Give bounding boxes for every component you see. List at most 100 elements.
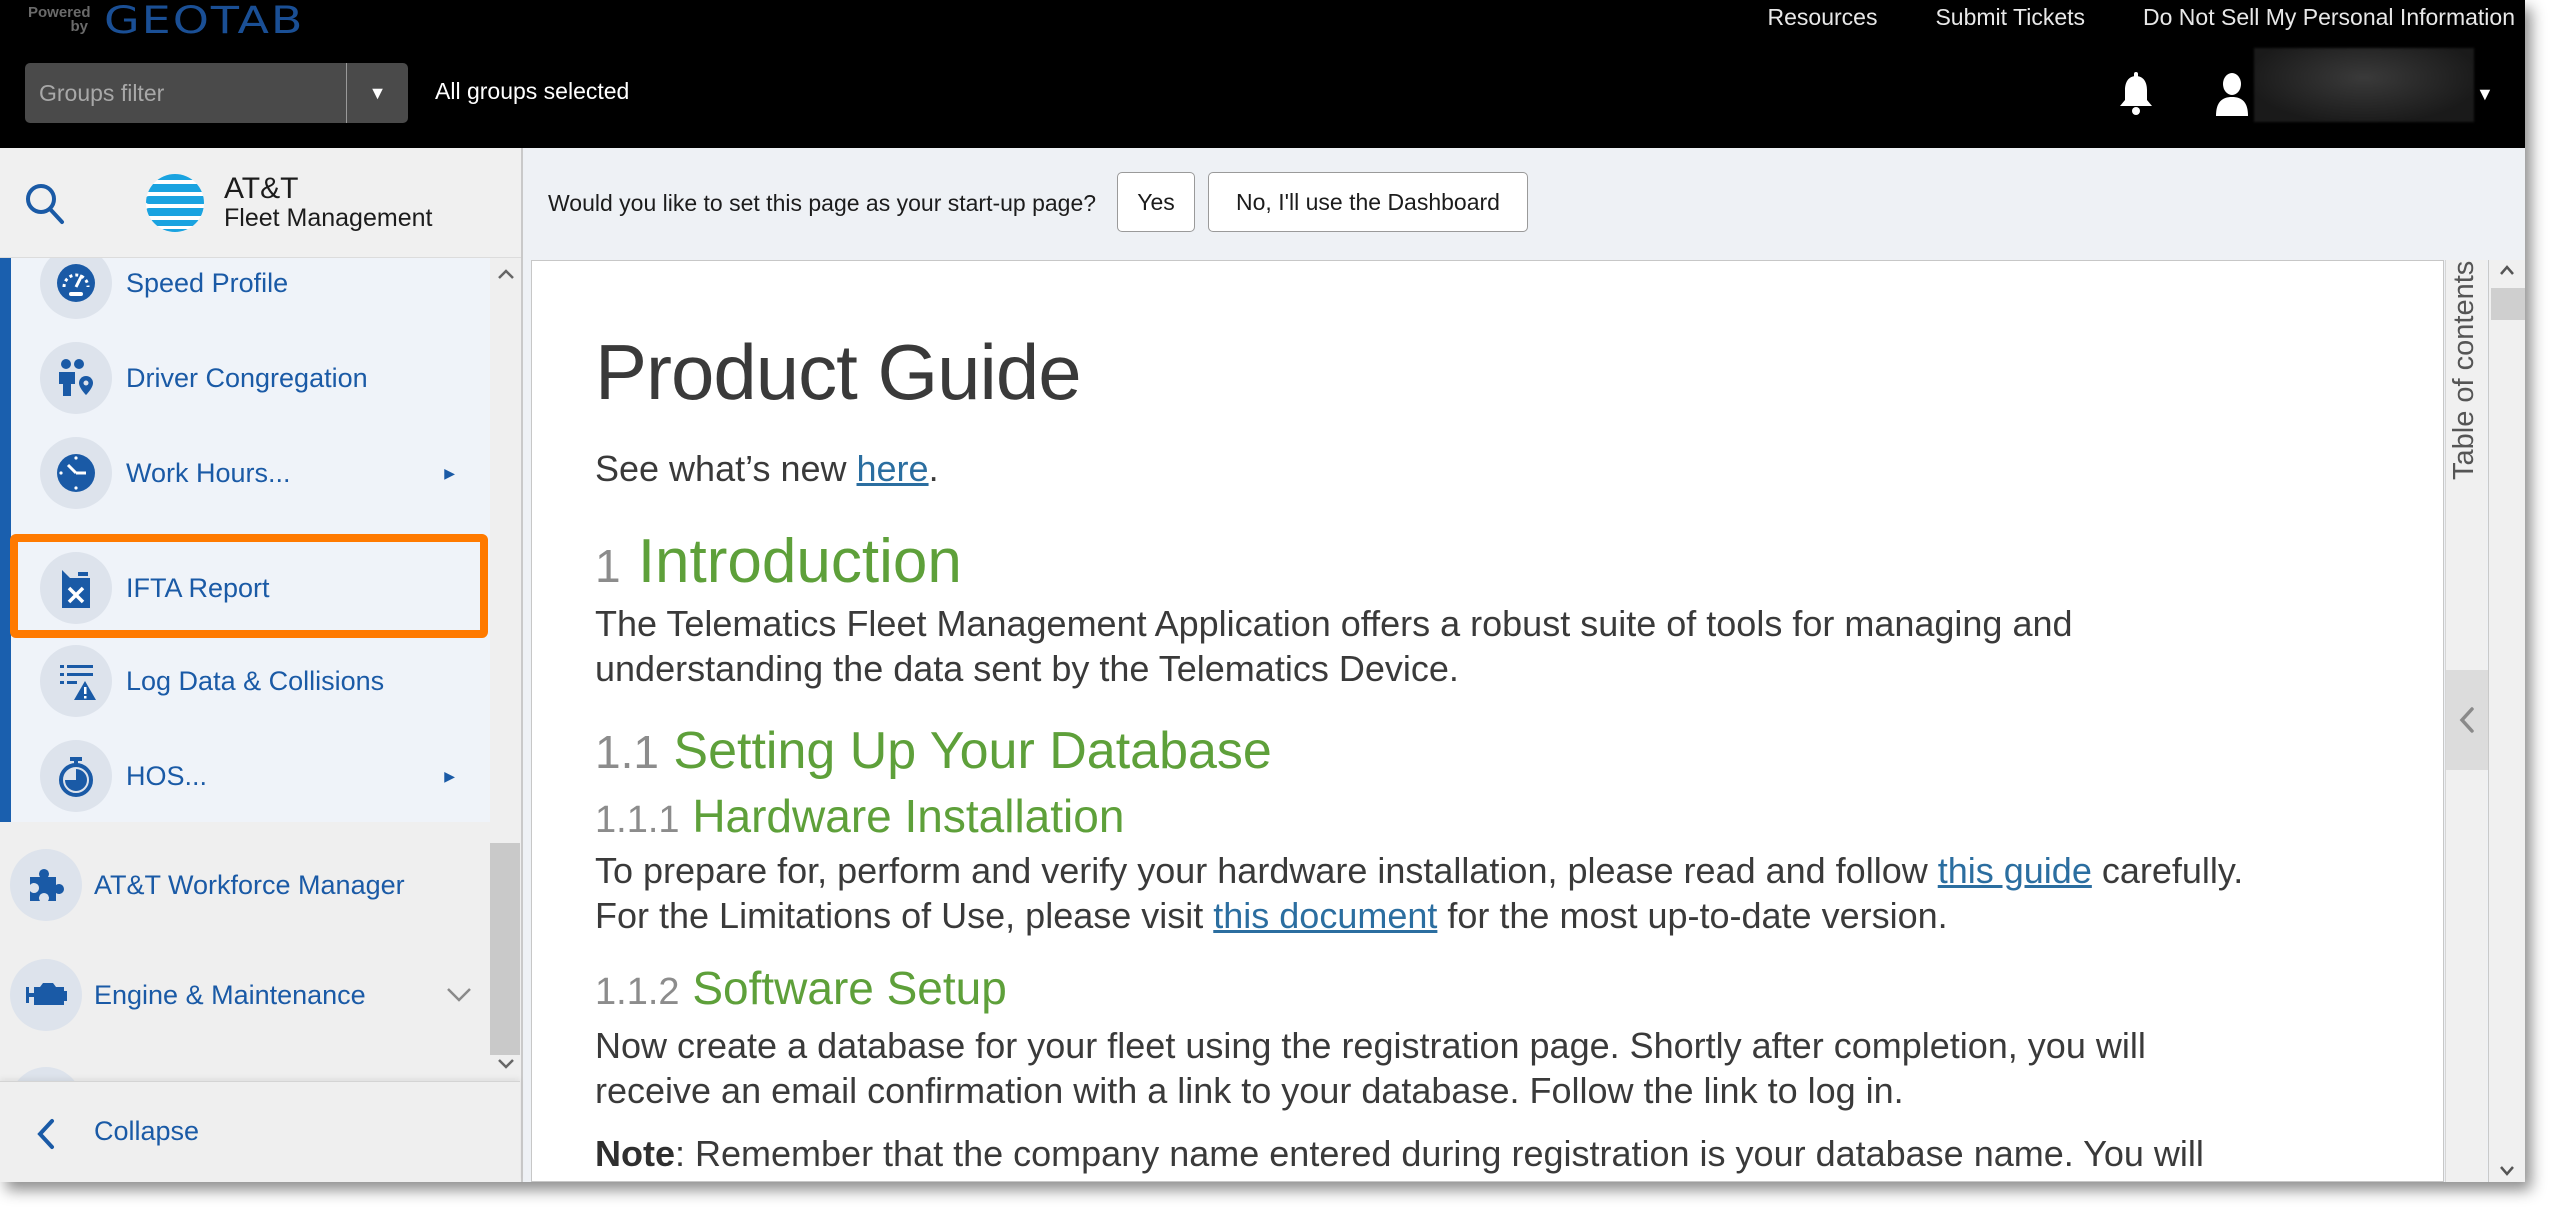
sidebar-item-label: Log Data & Collisions xyxy=(126,665,385,696)
sidebar-nav: Speed Profile Driver Congregation Work H… xyxy=(0,258,520,1081)
whats-new-text: See what’s new xyxy=(595,448,857,489)
paragraph-line: understanding the data sent by the Telem… xyxy=(595,648,1459,689)
note-label: Note xyxy=(595,1133,675,1174)
section-number: 1.1.2 xyxy=(595,971,680,1013)
geotab-wordmark: GEOTAB xyxy=(104,0,305,43)
hardware-paragraph: To prepare for, perform and verify your … xyxy=(595,848,2243,938)
puzzle-icon xyxy=(10,849,82,921)
toc-expand-button[interactable] xyxy=(2446,670,2488,770)
top-bar: Powered by GEOTAB Resources Submit Ticke… xyxy=(0,0,2525,148)
sidebar: AT&T Fleet Management Speed Profile Driv… xyxy=(0,148,523,1182)
this-document-link[interactable]: this document xyxy=(1213,895,1437,936)
this-guide-link[interactable]: this guide xyxy=(1938,850,2092,891)
sidebar-header: AT&T Fleet Management xyxy=(0,148,521,258)
chevron-down-icon[interactable] xyxy=(446,987,472,1003)
submit-tickets-link[interactable]: Submit Tickets xyxy=(1935,4,2085,31)
engine-icon xyxy=(10,959,82,1031)
caret-down-icon[interactable]: ▼ xyxy=(2476,84,2494,105)
section-number: 1 xyxy=(595,540,621,592)
app-window: Powered by GEOTAB Resources Submit Ticke… xyxy=(0,0,2525,1182)
chevron-left-icon xyxy=(2459,707,2474,733)
submenu-arrow-icon: ▶ xyxy=(444,464,455,481)
att-globe-logo xyxy=(146,174,204,232)
text: for the most up-to-date version. xyxy=(1437,895,1948,936)
sidebar-item-label: Work Hours... xyxy=(126,457,291,488)
bell-icon[interactable] xyxy=(2116,72,2156,116)
text: carefully. xyxy=(2091,850,2244,891)
period: . xyxy=(928,448,939,489)
clock-icon xyxy=(40,437,112,509)
sidebar-item-driver-congregation[interactable]: Driver Congregation xyxy=(40,333,480,423)
sidebar-item-label: Driver Congregation xyxy=(126,362,368,393)
fuel-can-icon xyxy=(40,552,112,624)
do-not-sell-link[interactable]: Do Not Sell My Personal Information xyxy=(2143,4,2515,31)
resources-link[interactable]: Resources xyxy=(1768,4,1878,31)
sidebar-item-partial[interactable] xyxy=(10,1058,480,1081)
scroll-up-icon[interactable] xyxy=(497,268,515,280)
geotab-logo: Powered by GEOTAB xyxy=(28,0,305,43)
sidebar-item-ifta-report[interactable]: IFTA Report xyxy=(40,543,480,633)
speedometer-icon xyxy=(40,258,112,319)
sidebar-item-engine-maintenance[interactable]: Engine & Maintenance xyxy=(10,950,480,1040)
collapse-label: Collapse xyxy=(94,1116,200,1146)
submenu-arrow-icon: ▶ xyxy=(444,767,455,784)
section-heading-hardware: 1.1.1 Hardware Installation xyxy=(595,789,1124,843)
sidebar-item-speed-profile[interactable]: Speed Profile xyxy=(40,258,480,328)
sidebar-item-work-hours[interactable]: Work Hours... ▶ xyxy=(40,428,480,518)
nav-item-icon xyxy=(10,1067,82,1081)
groups-filter-dropdown-button[interactable]: ▼ xyxy=(346,63,408,123)
section-number: 1.1 xyxy=(595,726,659,778)
sidebar-item-label: HOS... xyxy=(126,760,208,791)
table-of-contents-label[interactable]: Table of contents xyxy=(2448,220,2481,480)
scroll-down-icon[interactable] xyxy=(497,1058,515,1070)
whats-new-link[interactable]: here xyxy=(857,448,929,489)
collapse-button[interactable]: Collapse xyxy=(0,1081,520,1182)
groups-filter-input[interactable]: Groups filter xyxy=(25,63,346,123)
scroll-up-icon[interactable] xyxy=(2499,264,2515,276)
paragraph-line: Now create a database for your fleet usi… xyxy=(595,1025,2146,1066)
paragraph-line: The Telematics Fleet Management Applicat… xyxy=(595,603,2073,644)
document-scrollbar[interactable] xyxy=(2488,260,2525,1182)
yes-button[interactable]: Yes xyxy=(1117,172,1195,232)
paragraph-line: To prepare for, perform and verify your … xyxy=(595,848,2243,893)
page-title: Product Guide xyxy=(595,328,1082,416)
caret-down-icon: ▼ xyxy=(368,82,387,103)
section-title: Software Setup xyxy=(692,962,1007,1014)
user-icon[interactable] xyxy=(2214,72,2250,116)
sidebar-item-label: AT&T Workforce Manager xyxy=(94,869,405,900)
sidebar-item-att-workforce-manager[interactable]: AT&T Workforce Manager xyxy=(10,840,480,930)
sidebar-item-label: Engine & Maintenance xyxy=(94,979,366,1010)
paragraph-line: receive an email confirmation with a lin… xyxy=(595,1070,1904,1111)
sidebar-item-hos[interactable]: HOS... ▶ xyxy=(40,731,480,821)
sidebar-scrollbar[interactable] xyxy=(490,258,520,1081)
att-brand-name: AT&T xyxy=(224,172,299,205)
section-heading-database: 1.1 Setting Up Your Database xyxy=(595,721,1272,781)
use-dashboard-button[interactable]: No, I'll use the Dashboard xyxy=(1208,172,1528,232)
document-scrollbar-thumb[interactable] xyxy=(2491,288,2525,320)
section-title: Hardware Installation xyxy=(692,790,1125,842)
groups-filter[interactable]: Groups filter ▼ xyxy=(25,63,408,123)
text: To prepare for, perform and verify your … xyxy=(595,850,1938,891)
section-title: Introduction xyxy=(637,527,962,596)
startup-page-prompt: Would you like to set this page as your … xyxy=(525,148,2525,260)
sidebar-item-label: Speed Profile xyxy=(126,267,289,298)
att-brand-subtitle: Fleet Management xyxy=(224,204,433,232)
section-heading-software: 1.1.2 Software Setup xyxy=(595,961,1007,1015)
whats-new-paragraph: See what’s new here. xyxy=(595,446,939,491)
intro-paragraph: The Telematics Fleet Management Applicat… xyxy=(595,601,2073,691)
section-number: 1.1.1 xyxy=(595,799,680,841)
chevron-left-icon xyxy=(37,1119,54,1149)
paragraph-line: For the Limitations of Use, please visit… xyxy=(595,893,2243,938)
scroll-down-icon[interactable] xyxy=(2499,1165,2515,1177)
user-name-redacted[interactable] xyxy=(2254,48,2474,122)
sidebar-scrollbar-thumb[interactable] xyxy=(490,843,520,1055)
sidebar-item-log-data-collisions[interactable]: Log Data & Collisions xyxy=(40,636,480,726)
table-of-contents-panel[interactable]: Table of contents xyxy=(2445,260,2488,1182)
startup-prompt-question: Would you like to set this page as your … xyxy=(548,190,1097,216)
log-warning-icon xyxy=(40,645,112,717)
driver-congregation-icon xyxy=(40,342,112,414)
search-icon[interactable] xyxy=(22,180,68,226)
top-links: Resources Submit Tickets Do Not Sell My … xyxy=(1768,4,2515,31)
groups-status-text: All groups selected xyxy=(435,78,630,104)
text: For the Limitations of Use, please visit xyxy=(595,895,1214,936)
